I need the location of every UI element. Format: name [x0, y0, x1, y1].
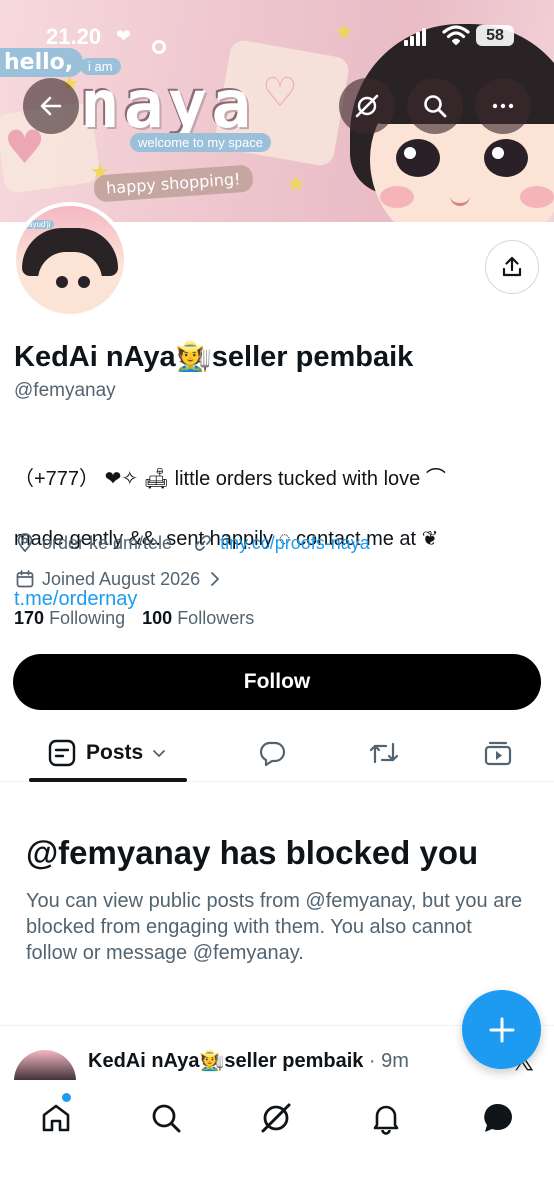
compose-button[interactable] [462, 990, 541, 1069]
back-arrow-icon [40, 96, 62, 116]
posts-icon [48, 739, 76, 767]
battery-indicator: 58 [476, 25, 514, 46]
profile-joined-row[interactable]: Joined August 2026 [14, 568, 232, 590]
follow-stats: 170 Following 100 Followers [14, 608, 254, 629]
reply-icon [259, 741, 286, 767]
repost-icon [369, 742, 399, 764]
blocked-description: You can view public posts from @femyanay… [26, 890, 523, 964]
wifi-icon [442, 24, 470, 51]
heart-icon: ♡ [262, 70, 298, 116]
search-button[interactable] [407, 78, 463, 134]
following-count: 170 [14, 608, 45, 628]
chevron-right-icon [204, 568, 226, 590]
nav-grok[interactable] [256, 1098, 296, 1138]
profile-website-link[interactable]: tiny.cc/proofs-naya [220, 533, 370, 554]
tab-posts-label: Posts [86, 741, 144, 764]
banner-hello-text: hello, [0, 48, 84, 77]
profile-display-name: KedAi nAya🧑‍🌾seller pembaik [14, 341, 414, 373]
nav-home[interactable] [36, 1098, 76, 1138]
post-author: KedAi nAya🧑‍🌾seller pembaik · 9m [88, 1048, 409, 1073]
grok-button[interactable] [339, 78, 395, 134]
media-icon [484, 741, 512, 766]
banner-happy-shopping-text: happy shopping! [93, 164, 254, 203]
profile-tabs: Posts [0, 724, 554, 782]
more-icon [492, 103, 514, 109]
focus-indicator-icon [152, 40, 166, 54]
bio-line: （+777） ❤✧ 🛋 little orders tucked with lo… [14, 468, 446, 490]
tab-posts[interactable]: Posts [48, 724, 167, 782]
status-time: 21.20 [46, 24, 102, 49]
bell-icon [373, 1105, 399, 1135]
heart-icon: ❤ [116, 26, 132, 47]
profile-joined-date: Joined August 2026 [42, 568, 201, 589]
following-link[interactable]: 170 Following [14, 608, 125, 628]
search-icon [152, 1104, 181, 1133]
tab-reposts[interactable] [366, 724, 402, 782]
home-icon [42, 1104, 70, 1132]
notification-dot [62, 1093, 71, 1102]
blocked-title: @femyanay has blocked you [26, 834, 479, 871]
message-icon [484, 1103, 512, 1132]
profile-meta-row: order ke dm/tele tiny.cc/proofs-naya [14, 532, 370, 554]
share-icon [502, 256, 522, 277]
chevron-down-icon [153, 750, 166, 757]
grok-icon [355, 94, 379, 118]
avatar[interactable]: ayud'ji [12, 202, 128, 318]
banner-welcome-text: welcome to my space [130, 133, 271, 152]
calendar-icon [14, 568, 36, 590]
bottom-navigation [0, 1080, 554, 1199]
back-button[interactable] [23, 78, 79, 134]
link-icon [192, 532, 214, 554]
location-icon [14, 532, 36, 554]
followers-count: 100 [142, 608, 173, 628]
followers-label: Followers [177, 608, 255, 628]
post-author-name: KedAi nAya🧑‍🌾seller pembaik [88, 1050, 364, 1072]
tab-replies[interactable] [254, 724, 290, 782]
search-icon [424, 95, 447, 118]
post-timestamp: · 9m [363, 1050, 409, 1072]
nav-search[interactable] [146, 1098, 186, 1138]
avatar-tag-text: ayud'ji [24, 220, 55, 229]
follow-button[interactable]: Follow [13, 654, 541, 710]
nav-messages[interactable] [478, 1098, 518, 1138]
profile-handle: @femyanay [14, 380, 116, 401]
grok-icon [261, 1103, 291, 1133]
plus-icon [489, 1017, 514, 1042]
active-tab-indicator [29, 778, 187, 782]
following-label: Following [49, 608, 126, 628]
banner-name-art: naya [80, 66, 255, 143]
nav-notifications[interactable] [366, 1098, 406, 1138]
profile-location: order ke dm/tele [42, 532, 173, 553]
cellular-signal-icon [404, 28, 428, 46]
star-icon: ★ [286, 172, 306, 197]
tab-media[interactable] [480, 724, 516, 782]
followers-link[interactable]: 100 Followers [142, 608, 254, 628]
share-button[interactable] [485, 240, 539, 294]
more-options-button[interactable] [475, 78, 531, 134]
